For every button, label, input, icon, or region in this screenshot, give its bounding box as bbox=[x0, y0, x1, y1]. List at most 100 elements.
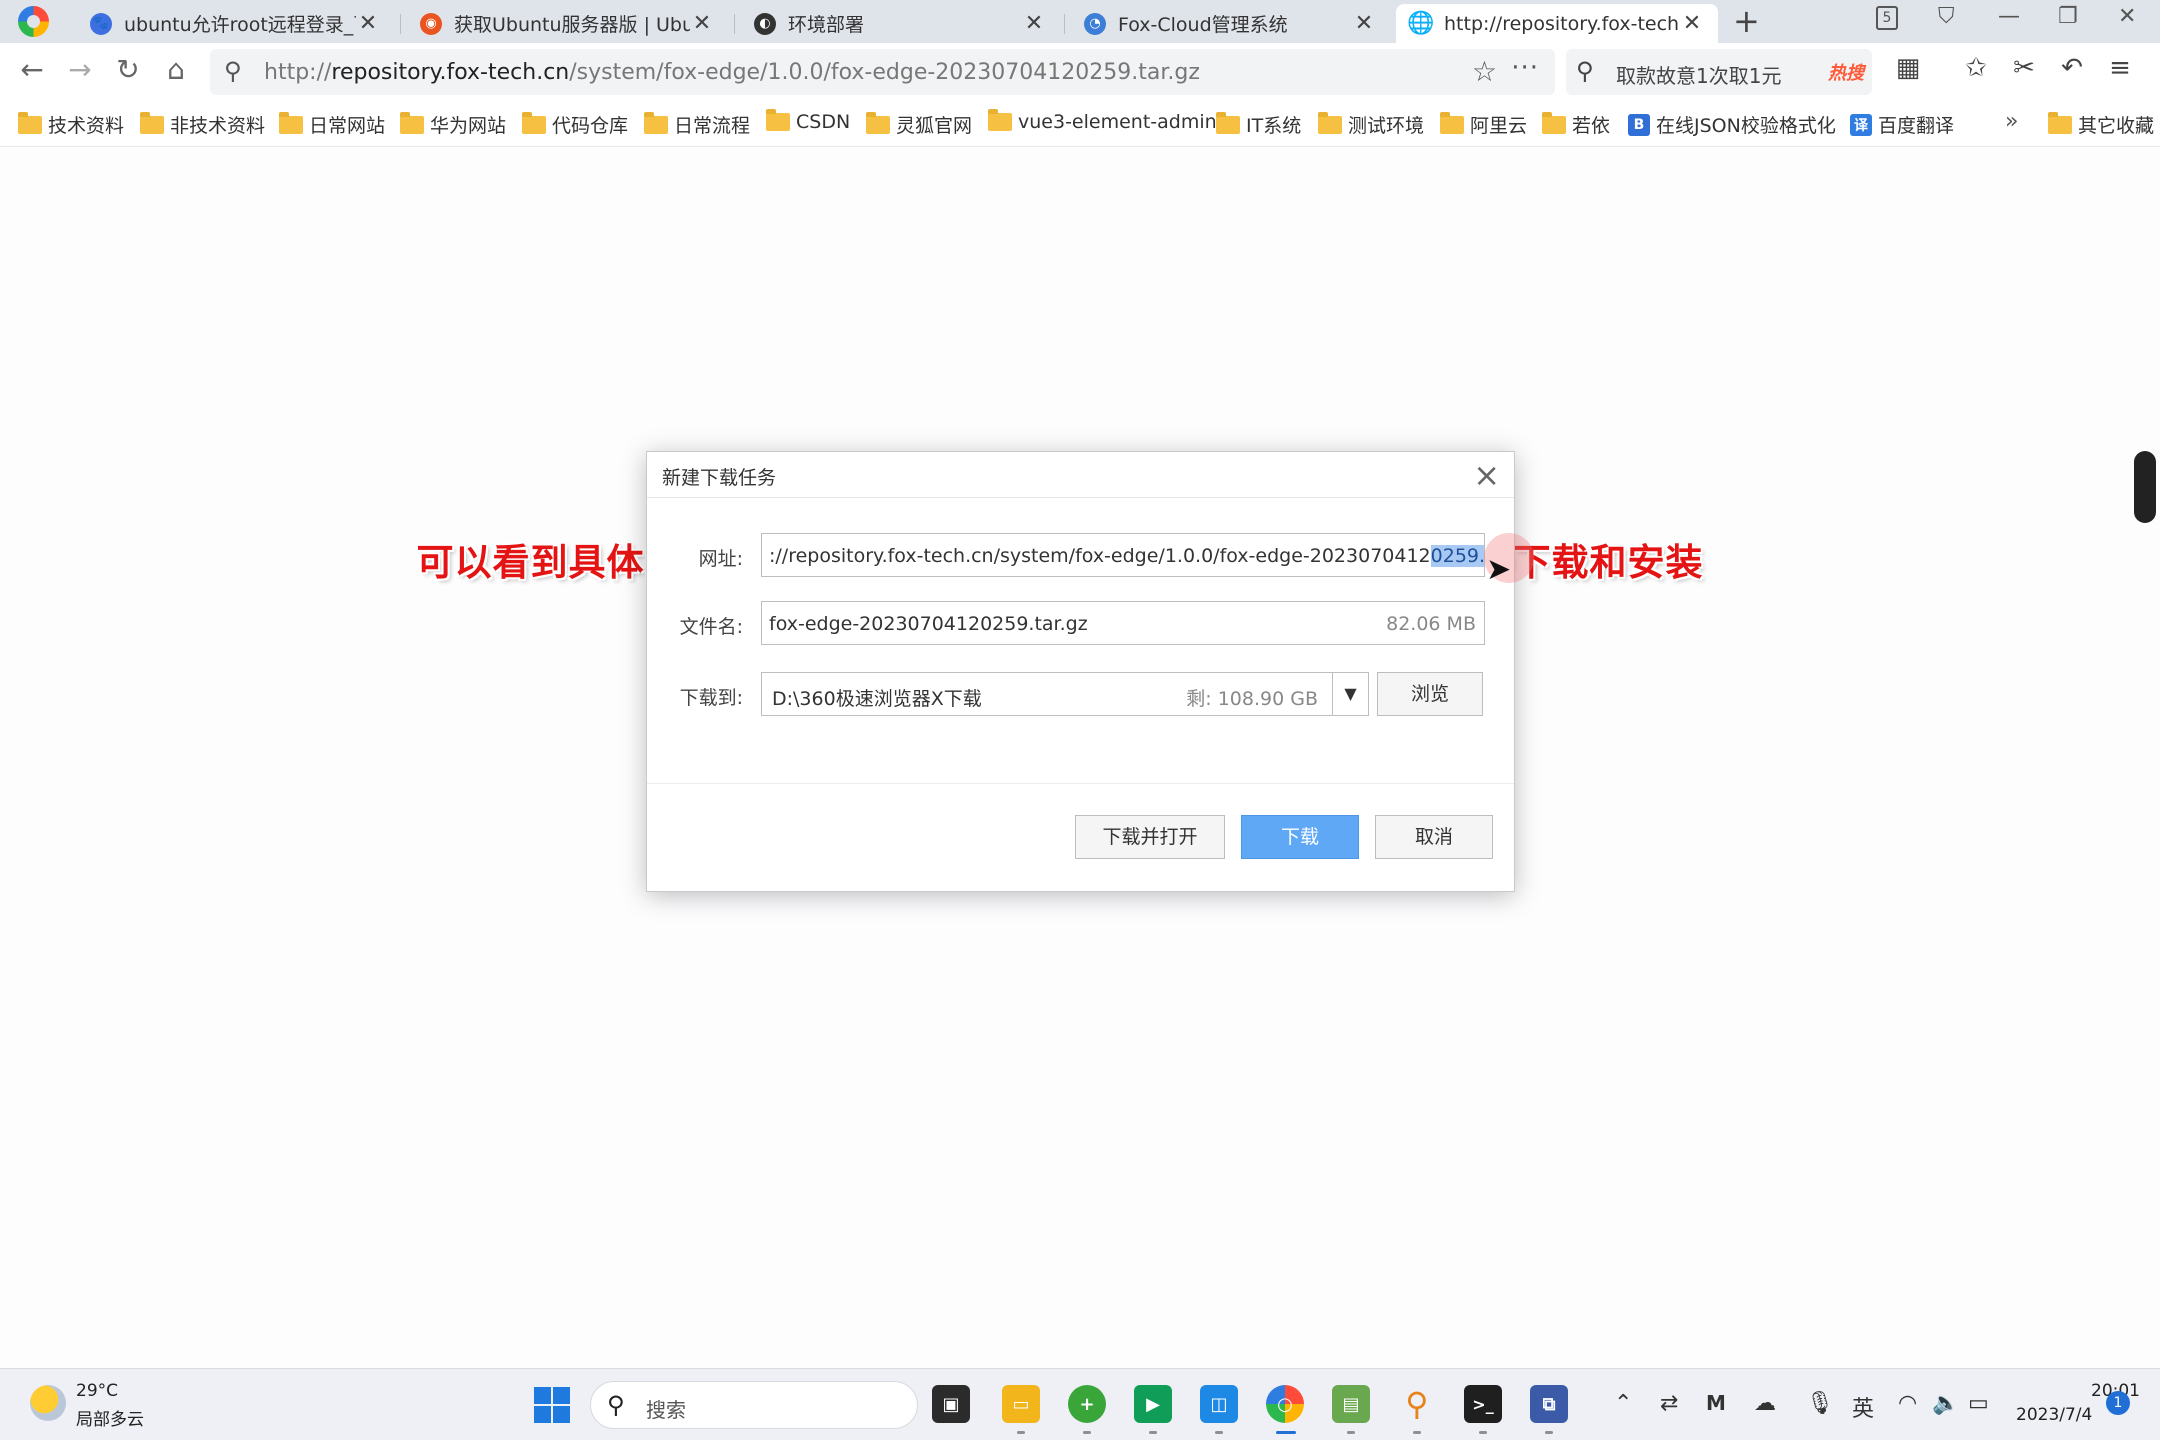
globe-icon: 🌐 bbox=[1407, 11, 1435, 36]
url-field[interactable]: ://repository.fox-tech.cn/system/fox-edg… bbox=[761, 533, 1485, 577]
green-plus-app-icon[interactable]: + bbox=[1068, 1385, 1106, 1423]
other-bookmarks-folder[interactable]: 其它收藏 bbox=[2048, 111, 2154, 138]
address-bar[interactable]: ⚲ http://repository.fox-tech.cn/system/f… bbox=[210, 49, 1555, 95]
close-tab-icon[interactable]: ✕ bbox=[690, 11, 714, 36]
video-meeting-icon[interactable]: ▶ bbox=[1134, 1385, 1172, 1423]
bookmark-json-validator[interactable]: B 在线JSON校验格式化 bbox=[1628, 111, 1836, 138]
chevron-up-icon[interactable]: ⌃ bbox=[1614, 1391, 1632, 1416]
sliders-icon[interactable]: ⇄ bbox=[1660, 1391, 1678, 1416]
remote-desktop-icon[interactable]: ◫ bbox=[1200, 1385, 1238, 1423]
tab-ubuntu-server[interactable]: ◉ 获取Ubuntu服务器版 | Ubun ✕ bbox=[406, 4, 728, 43]
notification-badge[interactable]: 1 bbox=[2106, 1391, 2130, 1415]
running-indicator bbox=[1545, 1431, 1553, 1434]
save-path-dropdown-button[interactable]: ▼ bbox=[1333, 672, 1369, 716]
ime-indicator[interactable]: 英 bbox=[1852, 1391, 1874, 1423]
tab-fox-cloud[interactable]: ◔ Fox-Cloud管理系统 ✕ bbox=[1070, 4, 1390, 43]
forward-icon[interactable]: → bbox=[62, 53, 98, 86]
browse-button[interactable]: 浏览 bbox=[1377, 672, 1483, 716]
close-tab-icon[interactable]: ✕ bbox=[356, 11, 380, 36]
bookmark-folder[interactable]: 华为网站 bbox=[400, 111, 506, 138]
chevron-down-icon: ▼ bbox=[1344, 684, 1357, 703]
bookmark-folder[interactable]: 日常网站 bbox=[279, 111, 385, 138]
chart-app-icon[interactable]: ▤ bbox=[1332, 1385, 1370, 1423]
scissors-icon[interactable]: ✂ bbox=[2006, 53, 2042, 83]
microphone-icon[interactable]: 🎙 bbox=[1806, 1391, 1834, 1416]
address-text[interactable]: http://repository.fox-tech.cn/system/fox… bbox=[264, 60, 1200, 85]
filename-label: 文件名: bbox=[679, 616, 743, 638]
running-indicator bbox=[1413, 1431, 1421, 1434]
search-suggestion[interactable]: 取款故意1次取1元 bbox=[1616, 60, 1781, 89]
more-icon[interactable]: ··· bbox=[1511, 53, 1539, 83]
home-icon[interactable]: ⌂ bbox=[158, 53, 194, 86]
hot-search-badge: 热搜 bbox=[1828, 63, 1864, 84]
start-button[interactable] bbox=[534, 1387, 570, 1423]
cancel-button[interactable]: 取消 bbox=[1375, 815, 1493, 859]
temperature[interactable]: 29°C bbox=[76, 1381, 118, 1401]
bookmark-folder[interactable]: 若依 bbox=[1542, 111, 1610, 138]
bookmark-folder[interactable]: 技术资料 bbox=[18, 111, 124, 138]
magnifier-app-icon[interactable]: ⚲ bbox=[1398, 1385, 1436, 1423]
battery-icon[interactable]: ▭ bbox=[1968, 1391, 1989, 1416]
weather-icon[interactable] bbox=[30, 1385, 66, 1421]
save-path-field[interactable]: D:\360极速浏览器X下载 剩: 108.90 GB bbox=[761, 672, 1333, 716]
volume-icon[interactable]: 🔈 bbox=[1932, 1391, 1959, 1416]
folder-icon bbox=[279, 111, 303, 134]
bookmark-folder[interactable]: 灵狐官网 bbox=[866, 111, 972, 138]
dialog-title: 新建下载任务 bbox=[662, 467, 777, 489]
bookmark-folder[interactable]: 非技术资料 bbox=[140, 111, 265, 138]
close-tab-icon[interactable]: ✕ bbox=[1680, 11, 1704, 36]
filename-field[interactable]: fox-edge-20230704120259.tar.gz 82.06 MB bbox=[761, 601, 1485, 645]
new-tab-button[interactable]: + bbox=[1733, 2, 1760, 40]
wifi-icon[interactable]: ◠ bbox=[1898, 1391, 1917, 1416]
folder-icon bbox=[18, 111, 42, 134]
search-box[interactable]: ⚲ 取款故意1次取1元 热搜 bbox=[1566, 49, 1872, 95]
bookmark-folder[interactable]: 日常流程 bbox=[644, 111, 750, 138]
network-tool-icon[interactable]: ⧉ bbox=[1530, 1385, 1568, 1423]
clock-date[interactable]: 2023/7/4 bbox=[2016, 1405, 2092, 1425]
baidu-icon: 🐾 bbox=[90, 12, 112, 35]
cloud-icon[interactable]: ☁ bbox=[1754, 1391, 1776, 1416]
reload-icon[interactable]: ↻ bbox=[110, 53, 146, 86]
url-label: 网址: bbox=[698, 548, 743, 570]
bookmark-folder[interactable]: 阿里云 bbox=[1440, 111, 1527, 138]
bookmarks-overflow-icon[interactable]: » bbox=[2005, 109, 2018, 134]
restore-icon[interactable]: ❐ bbox=[2058, 4, 2078, 29]
download-button[interactable]: 下载 bbox=[1241, 815, 1359, 859]
close-tab-icon[interactable]: ✕ bbox=[1352, 11, 1376, 36]
running-indicator bbox=[1017, 1431, 1025, 1434]
tab-repository-active[interactable]: 🌐 http://repository.fox-tech.c ✕ bbox=[1396, 4, 1718, 43]
file-explorer-icon[interactable]: ▭ bbox=[1002, 1385, 1040, 1423]
mail-icon[interactable]: M bbox=[1706, 1391, 1726, 1415]
bookmark-folder[interactable]: vue3-element-admin bbox=[988, 109, 1217, 133]
bookmark-folder[interactable]: IT系统 bbox=[1216, 111, 1301, 138]
close-window-icon[interactable]: ✕ bbox=[2118, 4, 2136, 29]
terminal-icon[interactable]: >_ bbox=[1464, 1385, 1502, 1423]
bookmark-baidu-translate[interactable]: 译百度翻译 bbox=[1850, 111, 1954, 138]
bookmark-folder[interactable]: 代码仓库 bbox=[522, 111, 628, 138]
tab-ubuntu-root[interactable]: 🐾 ubuntu允许root远程登录_百 ✕ bbox=[76, 4, 394, 43]
favorites-icon[interactable]: ✩ bbox=[1958, 53, 1994, 83]
running-indicator bbox=[1083, 1431, 1091, 1434]
download-and-open-button[interactable]: 下载并打开 bbox=[1075, 815, 1225, 859]
weather-description[interactable]: 局部多云 bbox=[76, 1405, 144, 1430]
ubuntu-icon: ◉ bbox=[420, 12, 442, 35]
tab-count-badge[interactable]: 5 bbox=[1876, 6, 1898, 30]
bookmark-star-icon[interactable]: ☆ bbox=[1472, 55, 1497, 88]
scrollbar-thumb[interactable] bbox=[2134, 451, 2156, 523]
back-icon[interactable]: ← bbox=[14, 53, 50, 86]
taskbar-search[interactable]: ⚲ 搜索 bbox=[590, 1381, 918, 1429]
bookmark-folder[interactable]: 测试环境 bbox=[1318, 111, 1424, 138]
apps-grid-icon[interactable]: ▦ bbox=[1890, 53, 1926, 83]
close-tab-icon[interactable]: ✕ bbox=[1022, 11, 1046, 36]
bookmark-folder[interactable]: CSDN bbox=[766, 109, 850, 133]
close-icon[interactable]: × bbox=[1473, 456, 1500, 494]
menu-icon[interactable]: ≡ bbox=[2102, 53, 2138, 83]
browser-logo-icon[interactable] bbox=[18, 6, 49, 37]
url-value: ://repository.fox-tech.cn/system/fox-edg… bbox=[769, 545, 1484, 567]
tab-env-deploy[interactable]: ◐ 环境部署 ✕ bbox=[740, 4, 1060, 43]
shirt-skin-icon[interactable]: ⛉ bbox=[1938, 4, 1955, 29]
browser-taskbar-icon[interactable]: ○ bbox=[1266, 1385, 1304, 1423]
task-view-icon[interactable]: ▣ bbox=[932, 1385, 970, 1423]
minimize-icon[interactable]: — bbox=[1998, 4, 2020, 29]
undo-icon[interactable]: ↶ bbox=[2054, 53, 2090, 83]
